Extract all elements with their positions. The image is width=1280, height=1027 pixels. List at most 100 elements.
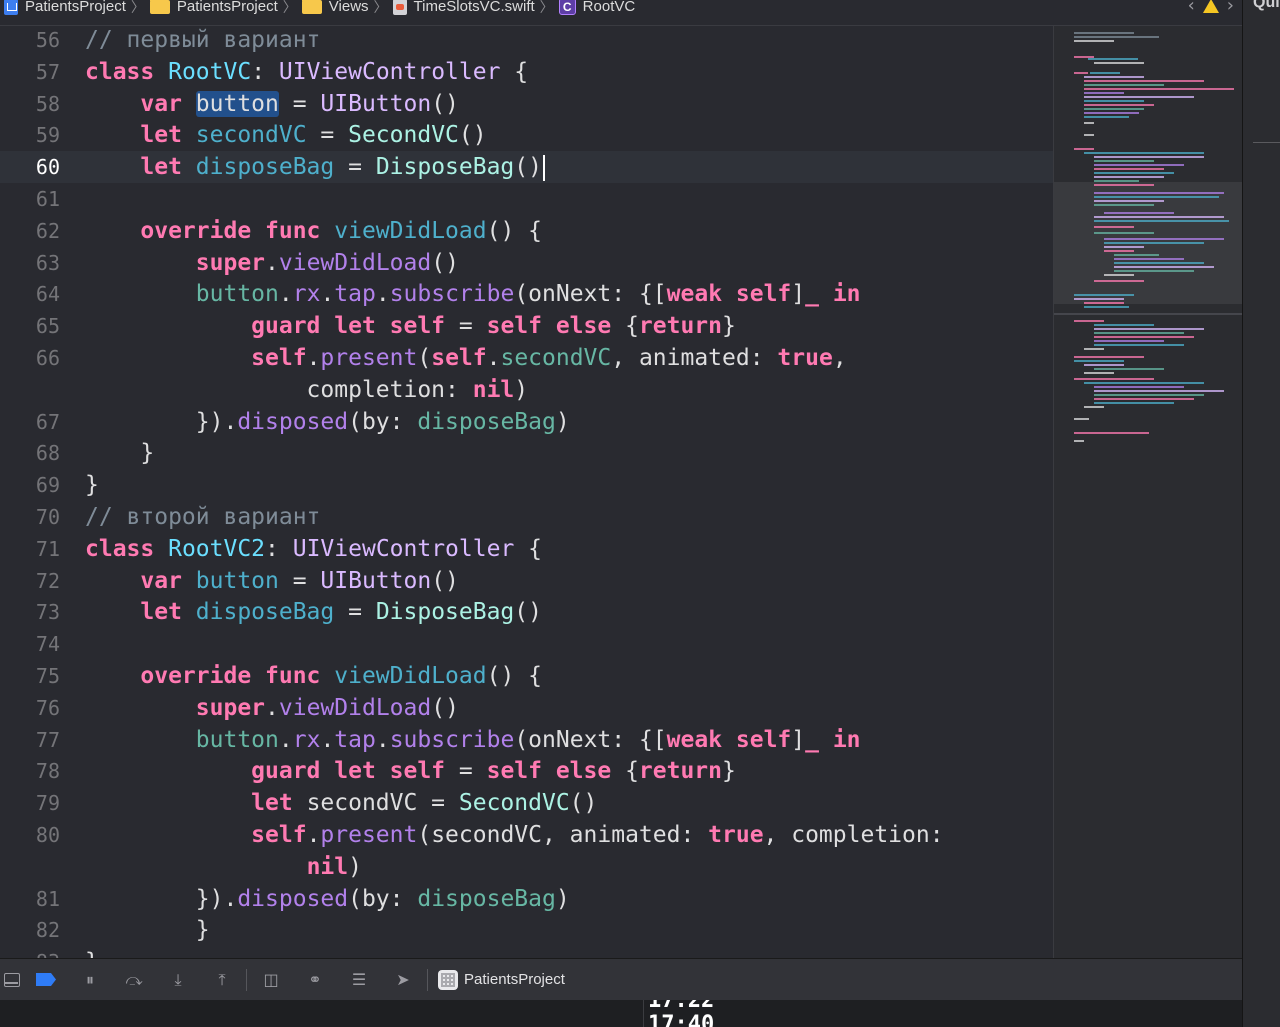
code-line[interactable]: 61 <box>0 183 1053 215</box>
code-line[interactable]: 83} <box>0 946 1053 958</box>
source-editor[interactable]: 56 // первый вариант 57 class RootVC: UIVie… <box>0 26 1053 958</box>
line-number[interactable]: 57 <box>0 56 60 88</box>
pause-button[interactable]: ⏸ <box>68 959 112 1001</box>
line-number[interactable]: 77 <box>0 724 60 756</box>
minimap-line <box>1094 390 1224 392</box>
code-line[interactable]: 78 guard let self = self else {return} <box>0 755 1053 787</box>
line-number[interactable]: 65 <box>0 310 60 342</box>
step-into-button[interactable]: ⤓ <box>156 959 200 1001</box>
code-line[interactable]: 76 super.viewDidLoad() <box>0 692 1053 724</box>
line-number[interactable]: 62 <box>0 215 60 247</box>
breadcrumb-symbol[interactable]: C RootVC <box>558 0 635 20</box>
line-number[interactable]: 79 <box>0 787 60 819</box>
environment-overrides-button[interactable]: ☰ <box>337 959 381 1001</box>
memory-graph-button[interactable]: ⚭ <box>293 959 337 1001</box>
console-split-divider[interactable] <box>643 1000 644 1027</box>
code-token: override func <box>140 217 335 244</box>
code-text: button.rx.tap.subscribe(onNext: {[weak s… <box>85 724 861 756</box>
code-line[interactable]: 56 // первый вариант <box>0 26 1053 56</box>
code-line[interactable]: 81 }).disposed(by: disposeBag) <box>0 883 1053 915</box>
code-line[interactable]: 77 button.rx.tap.subscribe(onNext: {[wea… <box>0 724 1053 756</box>
line-number[interactable]: 59 <box>0 119 60 151</box>
line-number[interactable]: 78 <box>0 755 60 787</box>
scheme-selector[interactable]: PatientsProject <box>438 969 565 990</box>
code-line[interactable]: 74 <box>0 628 1053 660</box>
code-line[interactable]: 69} <box>0 469 1053 501</box>
code-token: . <box>278 726 293 753</box>
warning-icon[interactable] <box>1202 0 1219 13</box>
line-number[interactable]: 72 <box>0 565 60 597</box>
line-number[interactable]: 61 <box>0 183 60 215</box>
line-number[interactable]: 69 <box>0 469 60 501</box>
line-number[interactable]: 58 <box>0 88 60 120</box>
line-number[interactable]: 60 <box>0 151 60 183</box>
code-line[interactable]: 60 let disposeBag = DisposeBag() <box>0 151 1053 184</box>
line-number[interactable]: 83 <box>0 946 60 958</box>
code-token: rx <box>292 726 321 753</box>
console-output-line: 17:22 <box>648 1000 715 1013</box>
line-number[interactable]: 81 <box>0 883 60 915</box>
code-line[interactable]: 70 // второй вариант <box>0 501 1053 533</box>
code-line[interactable]: 71 class RootVC2: UIViewController { <box>0 533 1053 565</box>
line-number[interactable]: 56 <box>0 26 60 56</box>
code-line[interactable]: 66 self.present(self.secondVC, animated:… <box>0 342 1053 374</box>
line-number[interactable]: 63 <box>0 247 60 279</box>
code-token: subscribe <box>389 281 515 308</box>
minimap[interactable] <box>1053 26 1242 958</box>
line-number[interactable]: 71 <box>0 533 60 565</box>
code-line[interactable]: completion: nil) <box>0 374 1053 406</box>
code-token: = <box>278 567 321 594</box>
line-number[interactable]: 66 <box>0 342 60 374</box>
line-number[interactable]: 75 <box>0 660 60 692</box>
line-number[interactable]: 76 <box>0 692 60 724</box>
simulate-location-button[interactable]: ➤ <box>381 959 425 1001</box>
step-over-button[interactable]: ⤼ <box>112 959 156 1001</box>
code-line[interactable]: 62 override func viewDidLoad() { <box>0 215 1053 247</box>
code-line[interactable]: 80 self.present(secondVC, animated: true… <box>0 819 1053 851</box>
code-token: viewDidLoad <box>334 217 487 244</box>
line-number[interactable]: 82 <box>0 914 60 946</box>
minimap-line <box>1074 360 1124 362</box>
breakpoints-toggle-button[interactable] <box>24 959 68 1001</box>
step-out-button[interactable]: ⤒ <box>200 959 244 1001</box>
line-number[interactable]: 80 <box>0 819 60 851</box>
code-line[interactable]: 59 let secondVC = SecondVC() <box>0 119 1053 151</box>
code-line[interactable]: 73 let disposeBag = DisposeBag() <box>0 596 1053 628</box>
code-line[interactable]: 72 var button = UIButton() <box>0 565 1053 597</box>
breadcrumb-project[interactable]: PatientsProject <box>4 0 126 20</box>
code-text: } <box>85 437 154 469</box>
code-text: } <box>85 914 210 946</box>
back-chevron-icon[interactable]: ‹ <box>1188 0 1195 16</box>
code-line[interactable]: 68 } <box>0 437 1053 469</box>
code-line[interactable]: 79 let secondVC = SecondVC() <box>0 787 1053 819</box>
minimap-line <box>1104 274 1134 276</box>
code-line[interactable]: 82 } <box>0 914 1053 946</box>
code-token: button <box>195 281 279 308</box>
line-number[interactable]: 67 <box>0 406 60 438</box>
line-number[interactable]: 73 <box>0 596 60 628</box>
forward-chevron-icon[interactable]: › <box>1227 0 1234 16</box>
code-line[interactable]: 57 class RootVC: UIViewController { <box>0 56 1053 88</box>
breadcrumb-file[interactable]: TimeSlotsVC.swift <box>392 0 535 20</box>
code-line[interactable]: 58 var button = UIButton() <box>0 88 1053 120</box>
hide-debug-area-button[interactable] <box>0 959 24 1001</box>
code-line[interactable]: nil) <box>0 851 1053 883</box>
line-number[interactable]: 64 <box>0 278 60 310</box>
code-line[interactable]: 64 button.rx.tap.subscribe(onNext: {[wea… <box>0 278 1053 310</box>
line-number[interactable]: 74 <box>0 628 60 660</box>
code-token: // первый вариант <box>85 27 321 53</box>
line-number[interactable]: 68 <box>0 437 60 469</box>
code-line[interactable]: 75 override func viewDidLoad() { <box>0 660 1053 692</box>
code-line[interactable]: 63 super.viewDidLoad() <box>0 247 1053 279</box>
breadcrumb-folder-views[interactable]: Views <box>301 0 369 20</box>
code-line[interactable]: 65 guard let self = self else {return} <box>0 310 1053 342</box>
code-token: super <box>195 249 266 276</box>
minimap-line <box>1094 168 1164 170</box>
code-token: (by: <box>348 408 418 435</box>
line-number[interactable]: 70 <box>0 501 60 533</box>
code-line[interactable]: 67 }).disposed(by: disposeBag) <box>0 406 1053 438</box>
view-debugger-button[interactable]: ◫ <box>249 959 293 1001</box>
breadcrumb-group[interactable]: PatientsProject <box>149 0 278 20</box>
